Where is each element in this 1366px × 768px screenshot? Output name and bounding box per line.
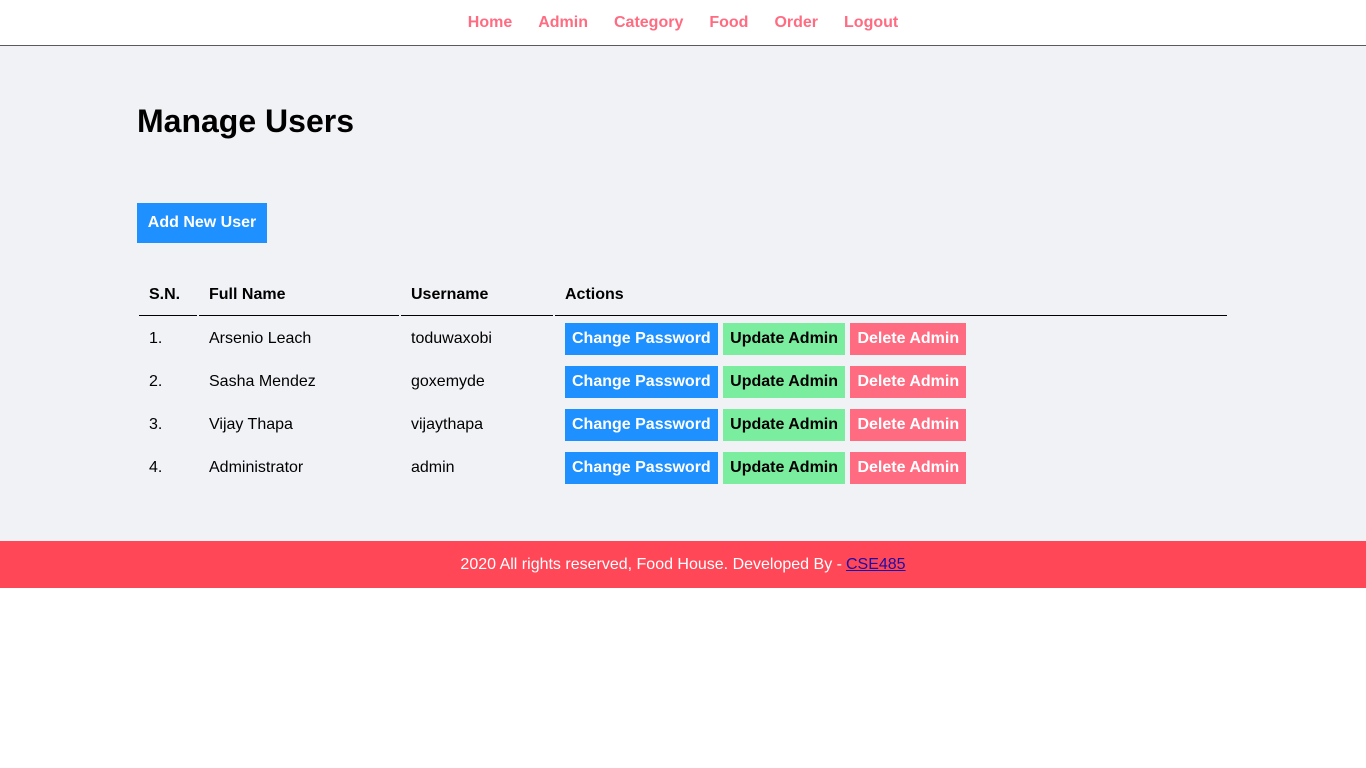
row-actions: Change Password Update Admin Delete Admi… [555, 361, 1227, 402]
row-username: vijaythapa [411, 415, 484, 433]
change-password-button[interactable]: Change Password [565, 365, 718, 398]
menu-link-category[interactable]: Category [614, 14, 683, 32]
table-header-row: S.N. Full Name Username Actions [139, 275, 1227, 316]
update-admin-button[interactable]: Update Admin [723, 365, 846, 398]
row-username: toduwaxobi [411, 329, 492, 347]
row-full-name: Arsenio Leach [209, 329, 312, 347]
change-password-button[interactable]: Change Password [565, 408, 718, 441]
update-admin-button[interactable]: Update Admin [723, 408, 846, 441]
column-header-sn: S.N. [139, 275, 197, 316]
row-actions: Change Password Update Admin Delete Admi… [555, 447, 1227, 488]
update-admin-button[interactable]: Update Admin [723, 451, 846, 484]
top-menu: Home Admin Category Food Order Logout [0, 0, 1366, 46]
table-row: 4. Administrator admin Change Password U… [139, 447, 1227, 488]
page-title: Manage Users [137, 103, 354, 139]
row-full-name: Administrator [209, 458, 304, 476]
delete-admin-button[interactable]: Delete Admin [850, 408, 967, 441]
row-actions: Change Password Update Admin Delete Admi… [555, 404, 1227, 445]
menu-link-order[interactable]: Order [774, 14, 818, 32]
row-full-name: Vijay Thapa [209, 415, 293, 433]
footer-text: 2020 All rights reserved, Food House. De… [460, 555, 842, 573]
row-actions: Change Password Update Admin Delete Admi… [555, 318, 1227, 359]
table-row: 2. Sasha Mendez goxemyde Change Password… [139, 361, 1227, 402]
row-sn: 3. [149, 415, 163, 433]
add-new-user-button[interactable]: Add New User [137, 203, 267, 243]
row-username: admin [411, 458, 455, 476]
menu-link-logout[interactable]: Logout [844, 14, 898, 32]
users-table: S.N. Full Name Username Actions 1. Arsen… [137, 273, 1229, 490]
menu-link-home[interactable]: Home [468, 14, 512, 32]
row-sn: 2. [149, 372, 163, 390]
row-username: goxemyde [411, 372, 485, 390]
row-full-name: Sasha Mendez [209, 372, 316, 390]
footer-developer-link[interactable]: CSE485 [846, 556, 906, 574]
column-header-actions: Actions [555, 275, 1227, 316]
delete-admin-button[interactable]: Delete Admin [850, 365, 967, 398]
column-header-username: Username [401, 275, 553, 316]
row-sn: 4. [149, 458, 163, 476]
delete-admin-button[interactable]: Delete Admin [850, 322, 967, 355]
column-header-full-name: Full Name [199, 275, 399, 316]
table-row: 3. Vijay Thapa vijaythapa Change Passwor… [139, 404, 1227, 445]
change-password-button[interactable]: Change Password [565, 451, 718, 484]
menu-link-admin[interactable]: Admin [538, 14, 588, 32]
update-admin-button[interactable]: Update Admin [723, 322, 846, 355]
table-row: 1. Arsenio Leach toduwaxobi Change Passw… [139, 318, 1227, 359]
change-password-button[interactable]: Change Password [565, 322, 718, 355]
menu-link-food[interactable]: Food [709, 14, 748, 32]
main-content: Manage Users Add New User S.N. Full Name… [0, 46, 1366, 541]
delete-admin-button[interactable]: Delete Admin [850, 451, 967, 484]
row-sn: 1. [149, 329, 163, 347]
footer: 2020 All rights reserved, Food House. De… [0, 541, 1366, 588]
